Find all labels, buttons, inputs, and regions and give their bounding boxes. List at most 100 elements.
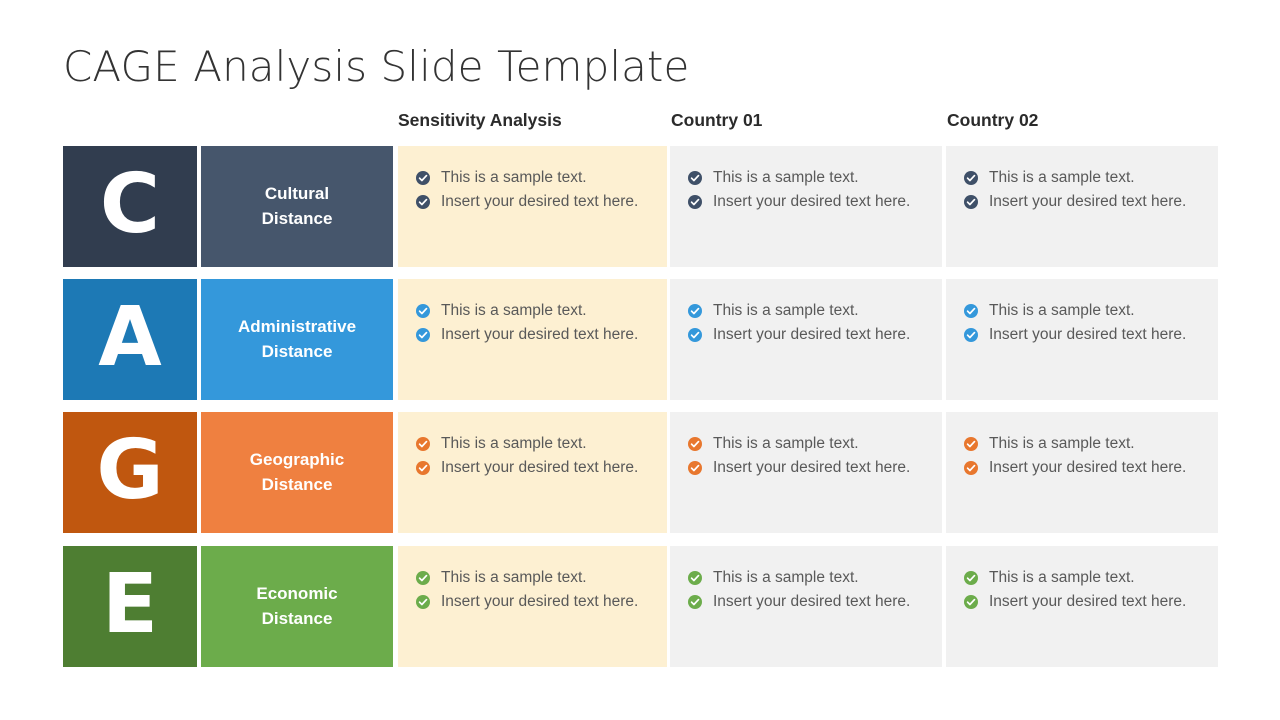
- check-circle-icon: [964, 571, 978, 585]
- check-circle-icon: [416, 328, 430, 343]
- list-item-text: This is a sample text.: [989, 435, 1135, 452]
- content-cell-sensitivity[interactable]: This is a sample text. Insert your desire…: [398, 412, 667, 533]
- list-item-text: This is a sample text.: [441, 569, 587, 586]
- check-circle-icon: [964, 437, 978, 451]
- list-item: Insert your desired text here.: [688, 192, 928, 212]
- content-cell-sensitivity[interactable]: This is a sample text. Insert your desire…: [398, 546, 667, 667]
- list-item-text: Insert your desired text here.: [441, 593, 639, 611]
- list-item: This is a sample text.: [416, 301, 653, 321]
- check-circle-icon: [416, 571, 430, 585]
- list-item-text: Insert your desired text here.: [989, 326, 1187, 344]
- letter-glyph: G: [96, 422, 164, 518]
- cage-row: A Administrative Distance This is a sample …: [0, 279, 1280, 400]
- cage-row: C Cultural Distance This is a sample text. I…: [0, 146, 1280, 267]
- list-item-text: Insert your desired text here.: [989, 459, 1187, 477]
- list-item: Insert your desired text here.: [964, 325, 1204, 345]
- check-circle-icon: [964, 328, 978, 343]
- list-item: This is a sample text.: [964, 301, 1204, 321]
- list-item-text: This is a sample text.: [713, 569, 859, 586]
- list-item: This is a sample text.: [964, 168, 1204, 188]
- list-item-text: Insert your desired text here.: [713, 326, 911, 344]
- content-cell-country-01[interactable]: This is a sample text. Insert your desire…: [670, 546, 942, 667]
- list-item-text: Insert your desired text here.: [441, 459, 639, 477]
- page-title: CAGE Analysis Slide Template: [63, 42, 690, 91]
- list-item-text: Insert your desired text here.: [713, 459, 911, 477]
- category-label-block[interactable]: Administrative Distance: [201, 279, 393, 400]
- content-cell-country-02[interactable]: This is a sample text. Insert your desire…: [946, 412, 1218, 533]
- content-cell-country-02[interactable]: This is a sample text. Insert your desire…: [946, 146, 1218, 267]
- category-label-line2: Distance: [261, 341, 333, 361]
- bullet-list: This is a sample text. Insert your desire…: [416, 301, 653, 345]
- check-circle-icon: [416, 171, 430, 185]
- list-item-text: This is a sample text.: [989, 569, 1135, 586]
- category-label-block[interactable]: Economic Distance: [201, 546, 393, 667]
- bullet-list: This is a sample text. Insert your desire…: [416, 568, 653, 612]
- content-cell-country-01[interactable]: This is a sample text. Insert your desire…: [670, 146, 942, 267]
- content-cell-country-01[interactable]: This is a sample text. Insert your desire…: [670, 412, 942, 533]
- check-circle-icon: [416, 437, 430, 451]
- list-item: Insert your desired text here.: [688, 458, 928, 478]
- list-item: Insert your desired text here.: [964, 192, 1204, 212]
- content-cell-sensitivity[interactable]: This is a sample text. Insert your desire…: [398, 146, 667, 267]
- list-item: This is a sample text.: [416, 568, 653, 588]
- bullet-list: This is a sample text. Insert your desire…: [964, 301, 1204, 345]
- list-item-text: This is a sample text.: [713, 302, 859, 319]
- column-header-country-01: Country 01: [671, 110, 763, 130]
- slide-canvas: CAGE Analysis Slide Template Sensitivity…: [0, 0, 1280, 720]
- list-item: This is a sample text.: [416, 168, 653, 188]
- bullet-list: This is a sample text. Insert your desire…: [964, 434, 1204, 478]
- check-circle-icon: [688, 171, 702, 185]
- list-item: Insert your desired text here.: [688, 592, 928, 612]
- list-item: Insert your desired text here.: [416, 592, 653, 612]
- check-circle-icon: [688, 437, 702, 451]
- list-item: This is a sample text.: [416, 434, 653, 454]
- content-cell-sensitivity[interactable]: This is a sample text. Insert your desire…: [398, 279, 667, 400]
- check-circle-icon: [416, 195, 430, 210]
- category-label-line2: Distance: [261, 208, 333, 228]
- content-cell-country-01[interactable]: This is a sample text. Insert your desire…: [670, 279, 942, 400]
- check-circle-icon: [688, 195, 702, 210]
- check-circle-icon: [688, 304, 702, 318]
- category-label-line1: Economic: [256, 583, 338, 603]
- letter-glyph: E: [101, 556, 158, 652]
- list-item: Insert your desired text here.: [416, 458, 653, 478]
- category-label-block[interactable]: Geographic Distance: [201, 412, 393, 533]
- list-item-text: Insert your desired text here.: [441, 193, 639, 211]
- list-item-text: This is a sample text.: [441, 435, 587, 452]
- bullet-list: This is a sample text. Insert your desire…: [964, 168, 1204, 212]
- list-item: Insert your desired text here.: [416, 192, 653, 212]
- check-circle-icon: [964, 195, 978, 210]
- check-circle-icon: [964, 595, 978, 610]
- bullet-list: This is a sample text. Insert your desire…: [688, 434, 928, 478]
- letter-block-c[interactable]: C: [63, 146, 197, 267]
- check-circle-icon: [964, 461, 978, 476]
- column-header-sensitivity: Sensitivity Analysis: [398, 110, 562, 130]
- bullet-list: This is a sample text. Insert your desire…: [688, 168, 928, 212]
- cage-row: E Economic Distance This is a sample text. I…: [0, 546, 1280, 667]
- list-item: This is a sample text.: [688, 301, 928, 321]
- category-label-line2: Distance: [261, 474, 333, 494]
- letter-block-g[interactable]: G: [63, 412, 197, 533]
- check-circle-icon: [688, 461, 702, 476]
- check-circle-icon: [416, 461, 430, 476]
- list-item-text: This is a sample text.: [441, 302, 587, 319]
- bullet-list: This is a sample text. Insert your desire…: [688, 568, 928, 612]
- list-item-text: Insert your desired text here.: [989, 593, 1187, 611]
- list-item-text: This is a sample text.: [713, 435, 859, 452]
- list-item: Insert your desired text here.: [416, 325, 653, 345]
- content-cell-country-02[interactable]: This is a sample text. Insert your desire…: [946, 546, 1218, 667]
- category-label-line2: Distance: [261, 608, 333, 628]
- category-label-text: Cultural Distance: [254, 182, 341, 231]
- list-item-text: Insert your desired text here.: [441, 326, 639, 344]
- category-label-block[interactable]: Cultural Distance: [201, 146, 393, 267]
- column-header-country-02: Country 02: [947, 110, 1039, 130]
- check-circle-icon: [964, 171, 978, 185]
- letter-block-e[interactable]: E: [63, 546, 197, 667]
- content-cell-country-02[interactable]: This is a sample text. Insert your desire…: [946, 279, 1218, 400]
- category-label-text: Economic Distance: [248, 582, 345, 631]
- category-label-text: Geographic Distance: [242, 448, 352, 497]
- letter-glyph: C: [99, 156, 161, 252]
- list-item-text: Insert your desired text here.: [989, 193, 1187, 211]
- letter-block-a[interactable]: A: [63, 279, 197, 400]
- letter-glyph: A: [98, 289, 162, 385]
